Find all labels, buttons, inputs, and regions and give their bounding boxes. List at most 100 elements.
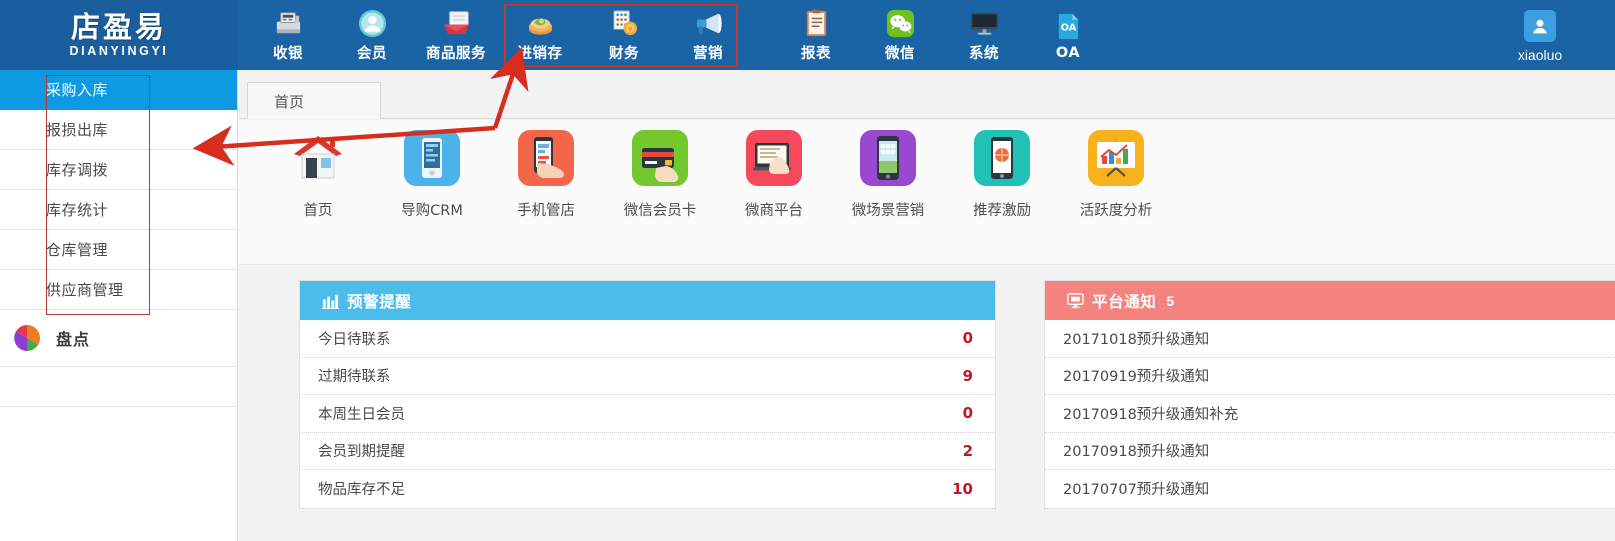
scene-marketing-icon <box>860 130 916 186</box>
crm-phone-icon <box>404 130 460 186</box>
tab-home[interactable]: 首页 <box>247 82 381 119</box>
svg-text:¥: ¥ <box>628 25 633 33</box>
notice-row-label: 20170918预升级通知补充 <box>1063 406 1239 423</box>
app-shortcuts-row: 首页 导购CRM 手机管店 微信会员卡 微商平台 微场景营销 推荐激励 活跃度分… <box>261 130 1173 220</box>
tab-bar: 首页 <box>239 70 1615 119</box>
warning-row[interactable]: 今日待联系 0 <box>300 320 995 358</box>
nav-label: 微信 <box>885 46 915 62</box>
warning-row-value: 10 <box>952 479 973 498</box>
warning-row-value: 0 <box>962 404 973 423</box>
app-logo[interactable]: 店盈易 DIANYINGYI <box>0 0 238 70</box>
notice-card-header: 平台通知 5 <box>1045 281 1615 320</box>
user-profile-button[interactable]: xiaoluo <box>1485 4 1595 68</box>
referral-reward-icon <box>974 130 1030 186</box>
sidebar-item-stock-transfer[interactable]: 库存调拨 <box>0 150 237 190</box>
marketing-megaphone-icon <box>692 7 725 40</box>
nav-label: 进销存 <box>517 46 563 62</box>
notice-row-label: 20170707预升级通知 <box>1063 482 1210 499</box>
app-label: 导购CRM <box>401 203 463 219</box>
app-label: 微商平台 <box>745 203 803 219</box>
warning-row[interactable]: 过期待联系 9 <box>300 358 995 395</box>
oa-icon: OA <box>1052 10 1085 43</box>
warning-row[interactable]: 本周生日会员 0 <box>300 395 995 433</box>
sidebar-group-stocktake[interactable]: 盘点 <box>0 310 237 367</box>
wechat-business-icon <box>746 130 802 186</box>
app-shortcut-crm[interactable]: 导购CRM <box>375 130 489 220</box>
user-name-label: xiaoluo <box>1517 46 1563 63</box>
member-avatar-icon <box>356 7 389 40</box>
platform-notice-card: 平台通知 5 20171018预升级通知 20170919预升级通知 20170… <box>1044 280 1615 509</box>
cash-register-icon <box>272 7 305 40</box>
sidebar-item-warehouse-mgmt[interactable]: 仓库管理 <box>0 230 237 270</box>
app-shortcut-activity-analysis[interactable]: 活跃度分析 <box>1059 130 1173 220</box>
nav-item-report[interactable]: 报表 <box>774 1 858 69</box>
notice-row-label: 20171018预升级通知 <box>1063 331 1210 348</box>
nav-item-system[interactable]: 系统 <box>942 1 1026 69</box>
app-label: 首页 <box>303 203 333 219</box>
app-shortcut-scene-marketing[interactable]: 微场景营销 <box>831 130 945 220</box>
app-label: 手机管店 <box>517 203 575 219</box>
membership-card-icon <box>632 130 688 186</box>
report-clipboard-icon <box>800 7 833 40</box>
nav-label: OA <box>1055 44 1081 61</box>
app-label: 活跃度分析 <box>1079 203 1153 219</box>
app-shortcut-weshop-platform[interactable]: 微商平台 <box>717 130 831 220</box>
warning-row-label: 物品库存不足 <box>318 482 405 499</box>
app-label: 微信会员卡 <box>623 203 697 219</box>
notice-row-label: 20170919预升级通知 <box>1063 369 1210 386</box>
app-root: 店盈易 DIANYINGYI 收银 会员 商品服务 进销存 ¥ 财务 营销 报表… <box>0 0 1615 541</box>
activity-analysis-icon <box>1088 130 1144 186</box>
app-label: 微场景营销 <box>851 203 925 219</box>
notice-row[interactable]: 20170918预升级通知补充 <box>1045 395 1615 433</box>
pie-chart-icon <box>14 324 41 352</box>
app-shortcuts-panel: 首页 导购CRM 手机管店 微信会员卡 微商平台 微场景营销 推荐激励 活跃度分… <box>239 120 1615 265</box>
warning-reminder-card: 预警提醒 今日待联系 0 过期待联系 9 本周生日会员 0 会员到期提醒 2 物… <box>299 280 996 509</box>
wechat-icon <box>884 7 917 40</box>
nav-item-cashier[interactable]: 收银 <box>246 1 330 69</box>
notice-row[interactable]: 20171018预升级通知 <box>1045 320 1615 358</box>
nav-label: 商品服务 <box>426 46 486 62</box>
notice-row[interactable]: 20170919预升级通知 <box>1045 358 1615 395</box>
app-shortcut-wechat-card[interactable]: 微信会员卡 <box>603 130 717 220</box>
nav-item-member[interactable]: 会员 <box>330 1 414 69</box>
notice-count-badge: 5 <box>1166 292 1175 309</box>
warning-card-header: 预警提醒 <box>300 281 995 320</box>
warning-card-title: 预警提醒 <box>347 292 412 311</box>
alert-chart-icon <box>322 292 339 310</box>
nav-item-goods-service[interactable]: 商品服务 <box>414 1 498 69</box>
sidebar-item-purchase-in[interactable]: 采购入库 <box>0 70 237 110</box>
nav-item-oa[interactable]: OA OA <box>1026 1 1110 69</box>
nav-item-marketing[interactable]: 营销 <box>666 1 750 69</box>
sidebar-group-label: 盘点 <box>56 330 91 349</box>
system-monitor-icon <box>968 7 1001 40</box>
nav-label: 收银 <box>273 46 303 62</box>
monitor-notice-icon <box>1067 292 1084 309</box>
nav-label: 财务 <box>609 46 639 62</box>
primary-nav: 收银 会员 商品服务 进销存 ¥ 财务 营销 报表 微信 系统 OA OA <box>246 0 1110 70</box>
svg-text:OA: OA <box>1060 22 1076 33</box>
nav-label: 会员 <box>357 46 387 62</box>
app-shortcut-referral-reward[interactable]: 推荐激励 <box>945 130 1059 220</box>
goods-service-icon <box>440 7 473 40</box>
warning-row-label: 过期待联系 <box>318 369 391 386</box>
nav-item-finance[interactable]: ¥ 财务 <box>582 1 666 69</box>
notice-row[interactable]: 20170707预升级通知 <box>1045 470 1615 508</box>
logo-latin-text: DIANYINGYI <box>69 43 169 58</box>
app-shortcut-mobile-shop[interactable]: 手机管店 <box>489 130 603 220</box>
warning-row[interactable]: 会员到期提醒 2 <box>300 433 995 470</box>
finance-icon: ¥ <box>608 7 641 40</box>
notice-row[interactable]: 20170918预升级通知 <box>1045 433 1615 470</box>
app-label: 推荐激励 <box>973 203 1031 219</box>
home-house-icon <box>290 130 346 186</box>
sidebar-item-stock-stats[interactable]: 库存统计 <box>0 190 237 230</box>
nav-item-inventory[interactable]: 进销存 <box>498 1 582 69</box>
nav-label: 营销 <box>693 46 723 62</box>
warning-row-value: 2 <box>962 441 973 460</box>
warning-row[interactable]: 物品库存不足 10 <box>300 470 995 508</box>
app-shortcut-home[interactable]: 首页 <box>261 130 375 220</box>
nav-item-wechat[interactable]: 微信 <box>858 1 942 69</box>
main-content: 首页 首页 导购CRM 手机管店 微信会员卡 微商平台 微场景营销 推荐激励 活… <box>239 70 1615 541</box>
sidebar-item-damage-out[interactable]: 报损出库 <box>0 110 237 150</box>
warning-row-label: 本周生日会员 <box>318 406 405 423</box>
sidebar-item-supplier-mgmt[interactable]: 供应商管理 <box>0 270 237 310</box>
